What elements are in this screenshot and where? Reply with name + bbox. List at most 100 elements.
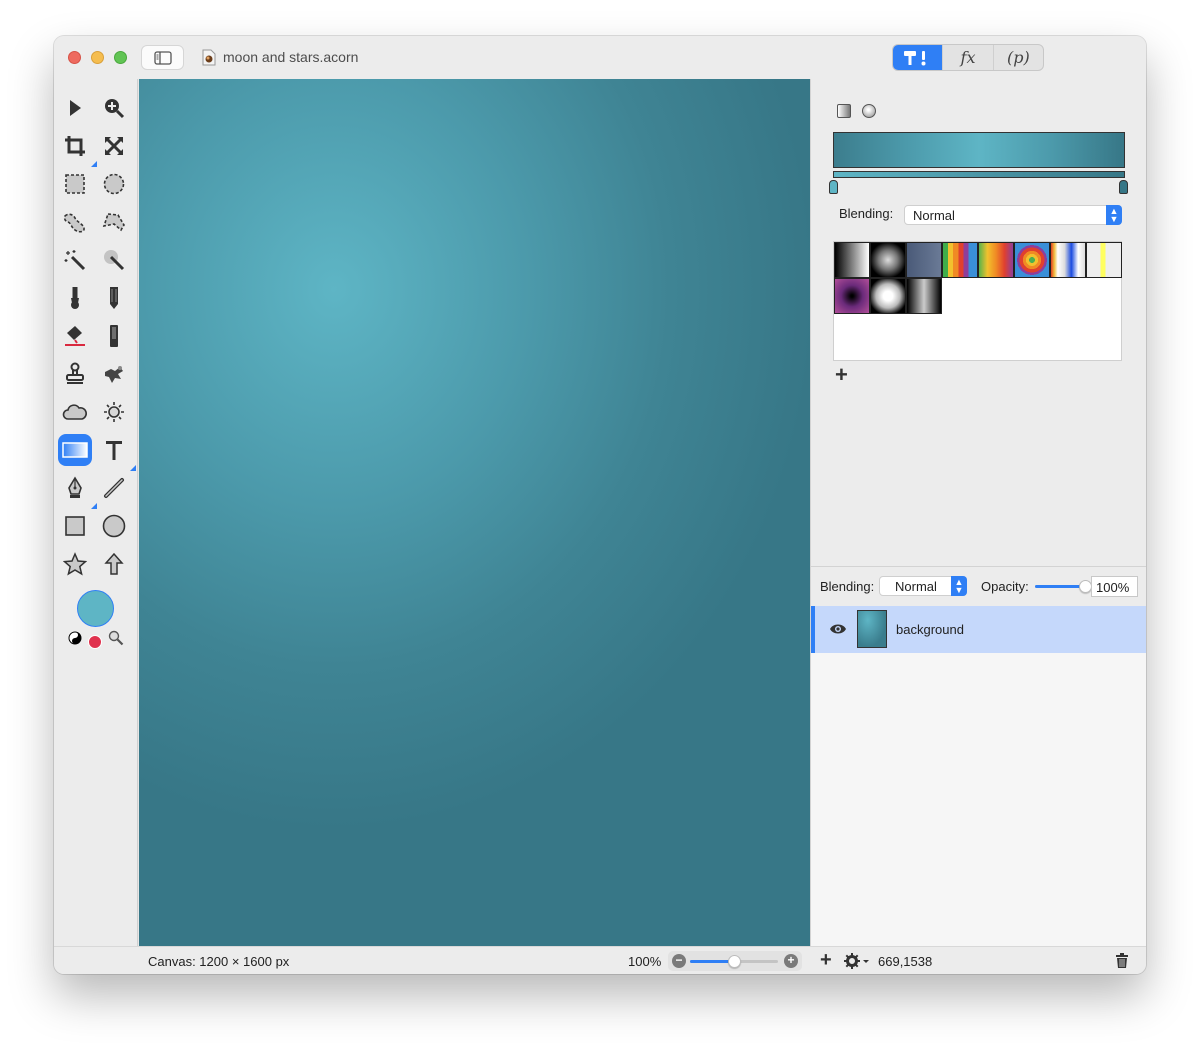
- cloud-tool[interactable]: [59, 396, 91, 428]
- clone-stamp-tool[interactable]: [59, 358, 91, 390]
- gradient-preset[interactable]: [870, 242, 906, 278]
- title-bar: moon and stars.acorn fx (p): [54, 36, 1146, 79]
- crop-tool[interactable]: [59, 130, 97, 167]
- rectangle-shape-tool[interactable]: [59, 510, 91, 542]
- gradient-icon: [62, 442, 88, 458]
- sun-tool[interactable]: [98, 396, 130, 428]
- gradient-preset[interactable]: [834, 278, 870, 314]
- lasso-tool[interactable]: [59, 206, 91, 238]
- tab-properties[interactable]: (p): [994, 45, 1043, 70]
- layer-blending-label: Blending:: [820, 579, 875, 594]
- zoom-control: − +: [668, 951, 802, 971]
- radial-gradient-button[interactable]: [862, 104, 876, 118]
- foreground-color-well[interactable]: [77, 590, 114, 627]
- gear-icon[interactable]: [844, 953, 870, 969]
- opacity-input[interactable]: 100%: [1091, 576, 1138, 597]
- zoom-tool[interactable]: [98, 92, 130, 124]
- sidebar-toggle-button[interactable]: [141, 45, 184, 70]
- document-icon: [202, 49, 216, 66]
- cloud-icon: [62, 404, 87, 420]
- opacity-slider[interactable]: [1035, 580, 1092, 593]
- instant-alpha-icon: [104, 250, 125, 271]
- smudge-icon: [105, 366, 123, 383]
- rect-select-tool[interactable]: [59, 168, 91, 200]
- layers-toolbar: Blending: Normal ▲ ▼ Opacity: 100%: [811, 566, 1146, 606]
- add-gradient-button[interactable]: +: [835, 362, 848, 388]
- zoom-out-button[interactable]: −: [672, 954, 686, 968]
- tools-icon: [903, 50, 926, 65]
- brush-icon: [71, 287, 79, 309]
- magic-wand-tool[interactable]: [59, 244, 91, 276]
- gradient-bar[interactable]: [833, 171, 1125, 178]
- linear-gradient-button[interactable]: [837, 104, 851, 118]
- zoom-slider-knob[interactable]: [728, 955, 741, 968]
- instant-alpha-tool[interactable]: [98, 244, 130, 276]
- gradient-preset[interactable]: [834, 242, 870, 278]
- layers-list: background: [811, 606, 1146, 946]
- add-layer-button[interactable]: +: [820, 949, 832, 972]
- smudge-tool[interactable]: [98, 358, 130, 390]
- text-tool[interactable]: [98, 434, 136, 471]
- layer-blending-value: Normal: [895, 578, 937, 594]
- eraser-tool[interactable]: [98, 320, 130, 352]
- layer-blending-select[interactable]: Normal ▲ ▼: [879, 576, 967, 596]
- gradient-blending-select[interactable]: Normal ▲ ▼: [904, 205, 1122, 225]
- line-icon: [104, 478, 124, 498]
- layer-row[interactable]: background: [811, 606, 1146, 653]
- polygon-lasso-tool[interactable]: [98, 206, 130, 238]
- arrow-shape-tool[interactable]: [98, 548, 130, 580]
- pen-tool[interactable]: [59, 472, 97, 509]
- arrow-shape-icon: [104, 552, 124, 575]
- gradient-preset[interactable]: [870, 278, 906, 314]
- gradient-preset[interactable]: [906, 242, 942, 278]
- gradient-preset[interactable]: [906, 278, 942, 314]
- magic-wand-icon: [64, 250, 86, 271]
- gradient-preset[interactable]: [942, 242, 978, 278]
- gradient-preview[interactable]: [833, 132, 1125, 168]
- gradient-start-stop[interactable]: [829, 180, 838, 194]
- gradient-preset[interactable]: [1014, 242, 1050, 278]
- brush-tool[interactable]: [59, 282, 91, 314]
- oval-shape-icon: [102, 514, 126, 538]
- zoom-button[interactable]: [114, 51, 127, 64]
- arrow-select-tool[interactable]: [59, 92, 91, 124]
- gradient-presets: [833, 241, 1122, 361]
- tab-tools[interactable]: [893, 45, 943, 70]
- pencil-icon: [110, 287, 118, 309]
- pen-icon: [68, 476, 82, 498]
- gradient-blending-value: Normal: [913, 207, 955, 223]
- minimize-button[interactable]: [91, 51, 104, 64]
- close-button[interactable]: [68, 51, 81, 64]
- eye-icon[interactable]: [829, 623, 847, 635]
- zoom-in-button[interactable]: +: [784, 954, 798, 968]
- star-shape-icon: [63, 552, 87, 576]
- chevron-updown-icon: ▲ ▼: [951, 576, 967, 596]
- background-color-well[interactable]: [88, 635, 102, 649]
- gradient-preset[interactable]: [1050, 242, 1086, 278]
- toolbox: [54, 79, 137, 946]
- line-tool[interactable]: [98, 472, 130, 504]
- gradient-preset[interactable]: [1086, 242, 1122, 278]
- arrow-select-icon: [70, 100, 81, 116]
- sun-icon: [104, 402, 124, 422]
- oval-shape-tool[interactable]: [98, 510, 130, 542]
- star-shape-tool[interactable]: [59, 548, 91, 580]
- gradient-tool[interactable]: [58, 434, 92, 466]
- opacity-slider-fill: [1035, 585, 1085, 588]
- gradient-preset[interactable]: [978, 242, 1014, 278]
- transform-tool[interactable]: [98, 130, 130, 162]
- color-picker-icon[interactable]: [108, 630, 124, 646]
- zoom-slider[interactable]: [690, 955, 778, 968]
- pencil-tool[interactable]: [98, 282, 130, 314]
- chevron-updown-icon: ▲ ▼: [1106, 205, 1122, 225]
- ellipse-select-tool[interactable]: [98, 168, 130, 200]
- tab-effects[interactable]: fx: [942, 45, 994, 70]
- paint-bucket-tool[interactable]: [59, 320, 91, 352]
- inspector-panel: Blending: Normal ▲ ▼ + Blending: Normal ▲…: [810, 79, 1146, 946]
- app-window: moon and stars.acorn fx (p) Blending: No…: [54, 36, 1146, 974]
- image-canvas[interactable]: [139, 79, 810, 946]
- gradient-blending-label: Blending:: [839, 206, 894, 221]
- swap-colors-icon[interactable]: [68, 631, 82, 645]
- trash-icon[interactable]: [1115, 953, 1129, 969]
- gradient-end-stop[interactable]: [1119, 180, 1128, 194]
